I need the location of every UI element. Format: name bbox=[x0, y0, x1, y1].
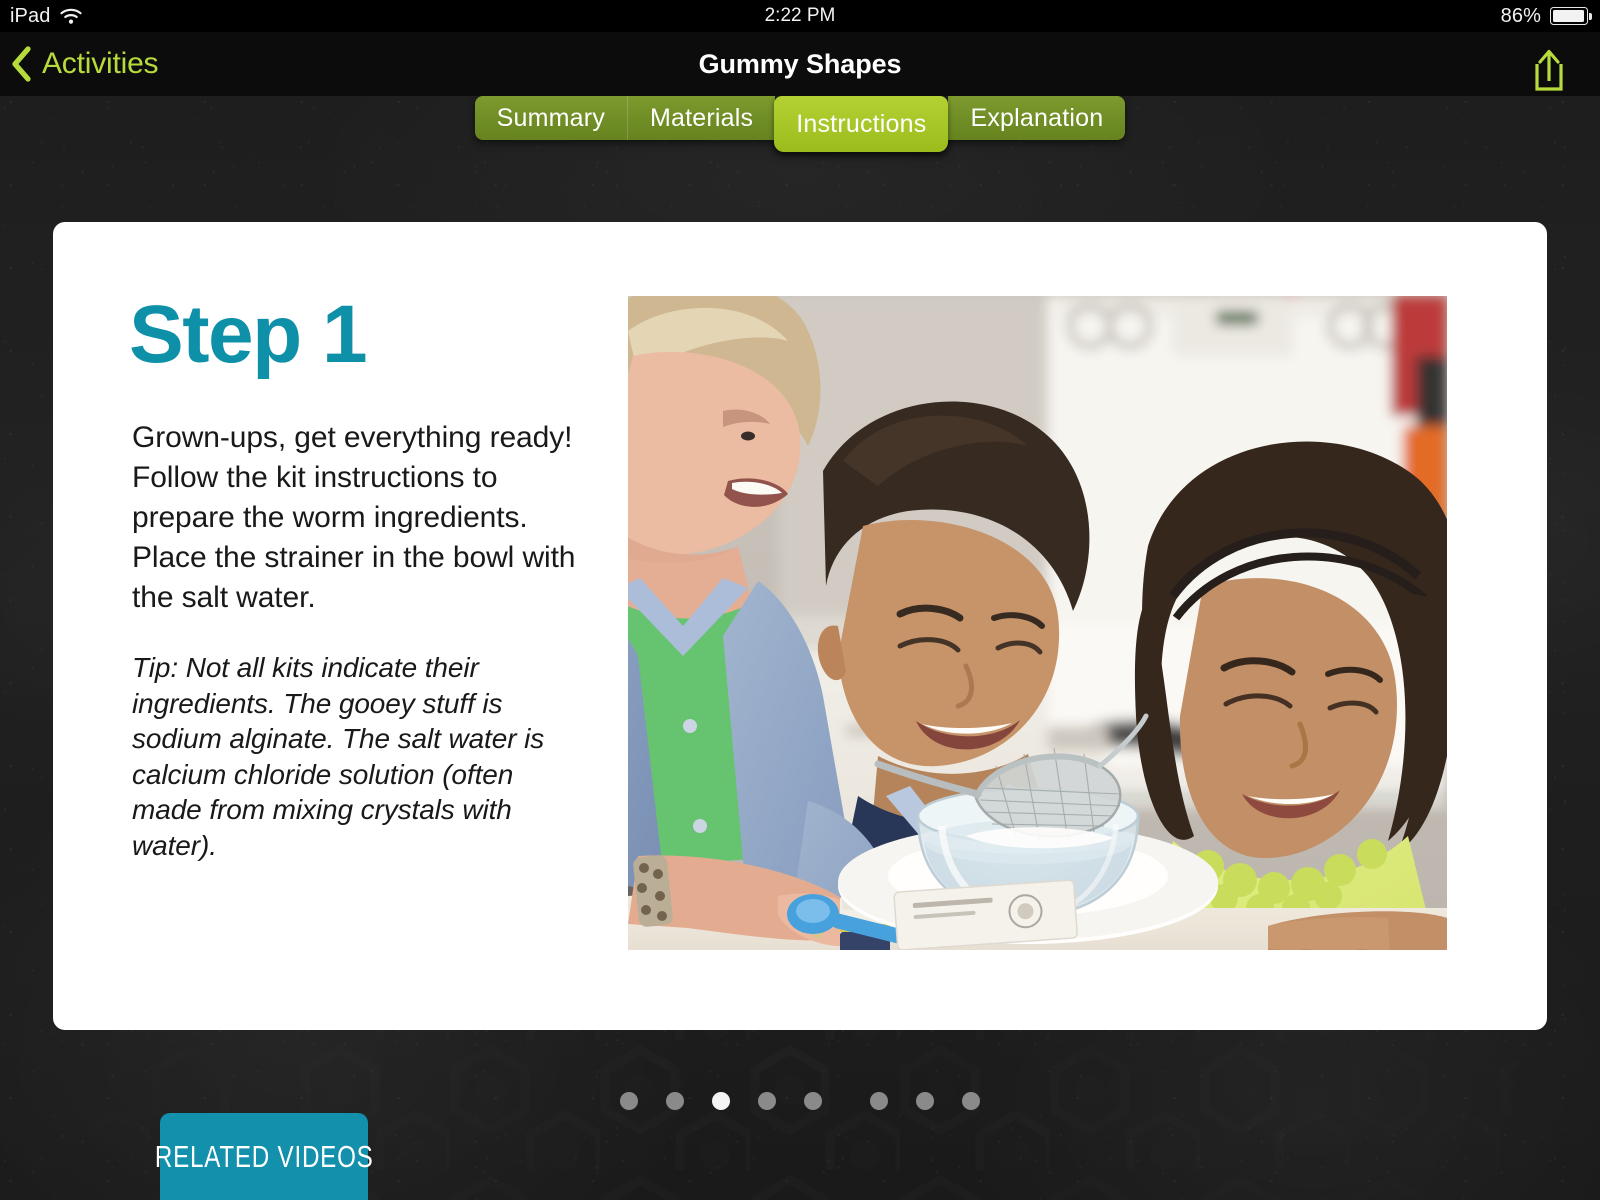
step-photo-image bbox=[628, 296, 1447, 950]
status-bar-clock: 2:22 PM bbox=[764, 5, 836, 26]
page-dot-6[interactable] bbox=[870, 1092, 888, 1110]
status-bar-right: 86% bbox=[1500, 4, 1592, 28]
page-dot-3[interactable] bbox=[712, 1092, 730, 1110]
page-dot-2[interactable] bbox=[666, 1092, 684, 1110]
step-heading: Step 1 bbox=[129, 289, 368, 380]
tab-bar: Summary Materials Instructions Explanati… bbox=[0, 96, 1600, 152]
page-indicator bbox=[0, 1092, 1600, 1110]
tab-materials[interactable]: Materials bbox=[627, 96, 776, 140]
battery-percent-label: 86% bbox=[1500, 4, 1541, 27]
page-dot-8[interactable] bbox=[962, 1092, 980, 1110]
tab-instructions[interactable]: Instructions bbox=[774, 96, 949, 152]
tab-summary[interactable]: Summary bbox=[474, 96, 628, 140]
related-videos-label: RELATED VIDEOS bbox=[154, 1138, 374, 1174]
share-icon[interactable] bbox=[1528, 48, 1570, 92]
related-videos-button[interactable]: RELATED VIDEOS bbox=[155, 1113, 373, 1200]
page-dot-1[interactable] bbox=[620, 1092, 638, 1110]
page-dot-5[interactable] bbox=[804, 1092, 822, 1110]
app-root: iPad 2:22 PM 86% Activities Gummy Shapes… bbox=[0, 0, 1600, 1200]
step-tip-text: Tip: Not all kits indicate their ingredi… bbox=[132, 652, 545, 861]
page-dot-4[interactable] bbox=[758, 1092, 776, 1110]
status-bar: iPad 2:22 PM 86% bbox=[0, 0, 1600, 32]
content-card: Step 1 Grown-ups, get everything ready! … bbox=[53, 222, 1547, 1030]
tab-strip: Summary Materials Instructions Explanati… bbox=[474, 96, 1126, 152]
tab-explanation[interactable]: Explanation bbox=[948, 96, 1126, 140]
page-dot-7[interactable] bbox=[916, 1092, 934, 1110]
step-photo bbox=[628, 296, 1447, 950]
step-body-text: Grown-ups, get everything ready! Follow … bbox=[132, 421, 576, 614]
battery-icon bbox=[1550, 7, 1592, 25]
navigation-bar: Activities Gummy Shapes bbox=[0, 32, 1600, 96]
page-title: Gummy Shapes bbox=[698, 48, 902, 79]
